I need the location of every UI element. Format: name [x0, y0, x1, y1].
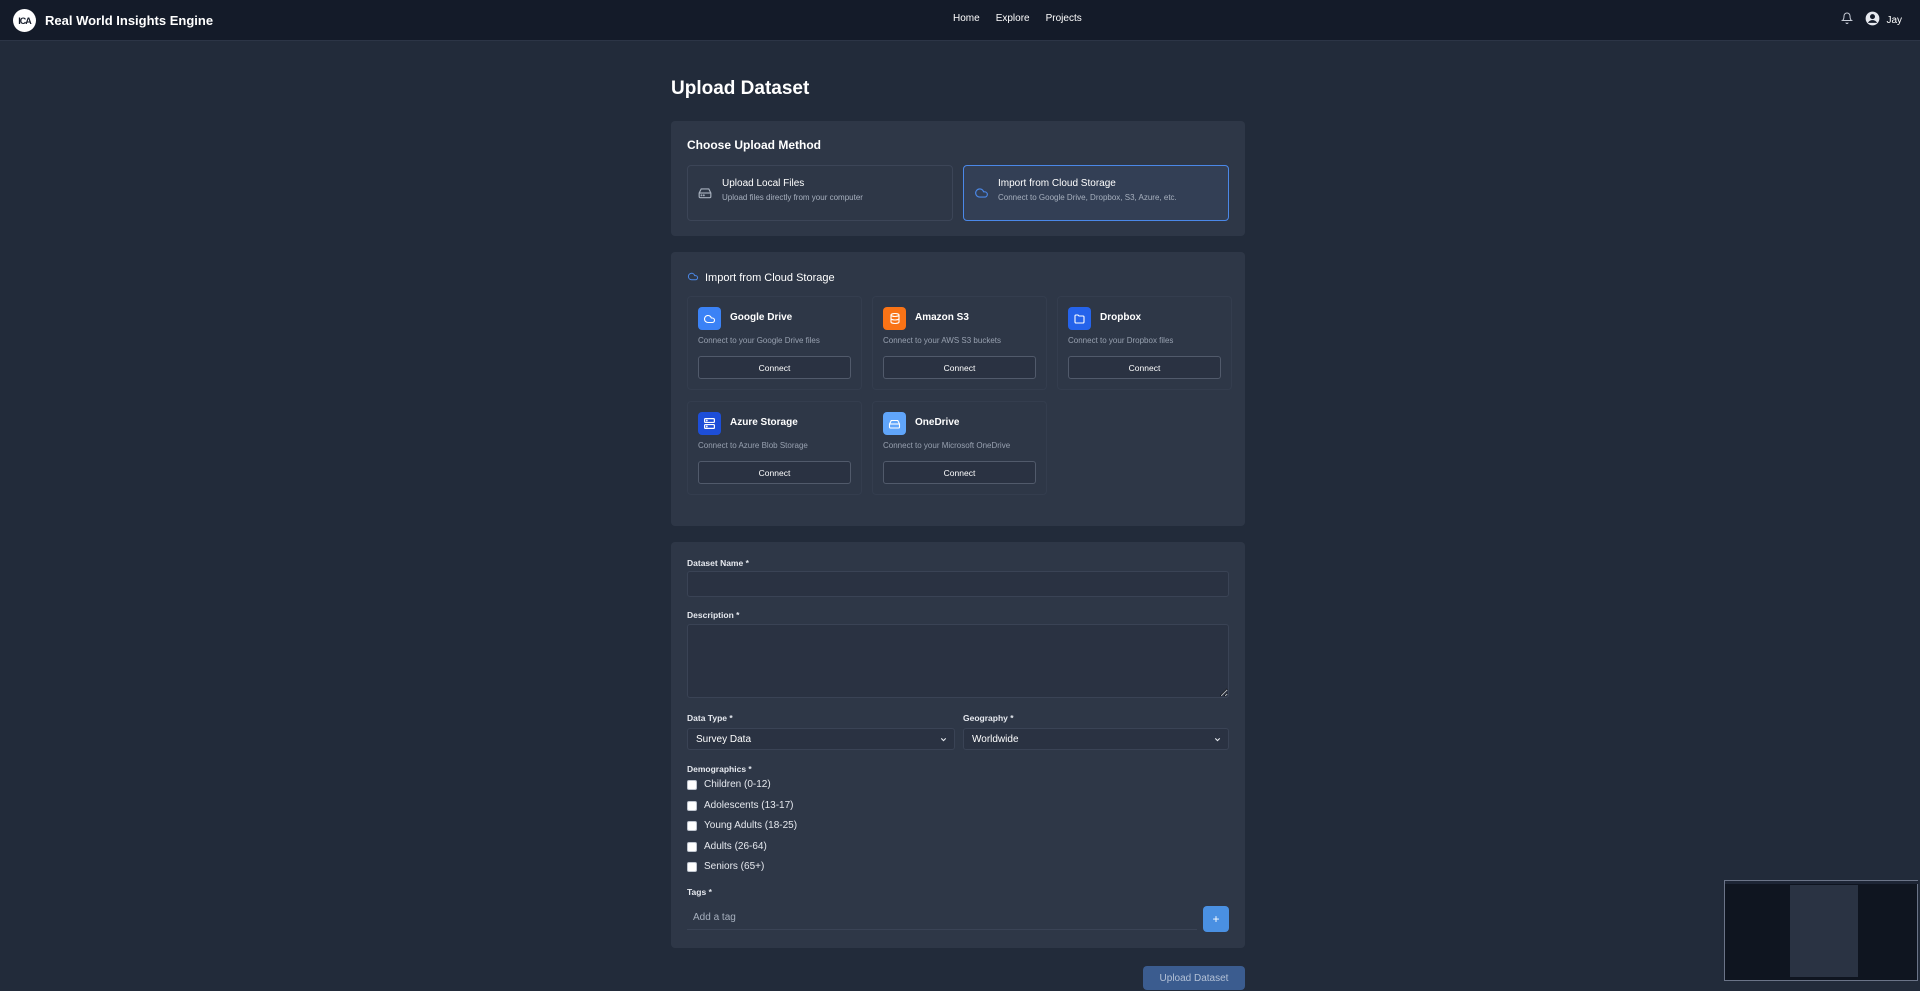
- drive-icon: [883, 412, 906, 435]
- cloud-storage-title: Import from Cloud Storage: [705, 272, 835, 284]
- upload-method-title: Choose Upload Method: [687, 138, 821, 152]
- demographic-option-young-adults[interactable]: Young Adults (18-25): [687, 820, 797, 831]
- method-local-files[interactable]: Upload Local Files Upload files directly…: [687, 165, 953, 221]
- demographic-option-seniors[interactable]: Seniors (65+): [687, 861, 764, 872]
- checkbox-label: Children (0-12): [704, 779, 771, 790]
- provider-dropbox: Dropbox Connect to your Dropbox files Co…: [1057, 296, 1232, 390]
- checkbox[interactable]: [687, 779, 697, 790]
- cloud-storage-header: Import from Cloud Storage: [687, 269, 835, 287]
- chevron-down-icon: [1213, 735, 1222, 747]
- data-type-select[interactable]: Survey Data: [687, 728, 955, 750]
- minimap-viewport: [1790, 885, 1858, 977]
- user-avatar-icon: [1865, 11, 1880, 29]
- minimap-header: [1725, 881, 1919, 884]
- geography-value: Worldwide: [972, 733, 1019, 745]
- dataset-name-input[interactable]: [687, 571, 1229, 597]
- nav-home[interactable]: Home: [953, 13, 980, 24]
- demographic-option-adolescents[interactable]: Adolescents (13-17): [687, 800, 794, 811]
- provider-name: Google Drive: [730, 312, 793, 323]
- data-type-label: Data Type *: [687, 713, 733, 723]
- add-tag-button[interactable]: +: [1203, 906, 1229, 932]
- demographic-option-children[interactable]: Children (0-12): [687, 779, 771, 790]
- tags-label: Tags *: [687, 887, 712, 897]
- upload-method-card: Choose Upload Method Upload Local Files …: [671, 121, 1245, 236]
- provider-amazon-s3: Amazon S3 Connect to your AWS S3 buckets…: [872, 296, 1047, 390]
- bell-icon[interactable]: [1841, 11, 1854, 29]
- page-title: Upload Dataset: [671, 78, 810, 99]
- checkbox[interactable]: [687, 800, 697, 811]
- server-icon: [698, 412, 721, 435]
- tag-input[interactable]: Add a tag: [687, 906, 1197, 930]
- brand[interactable]: ICA Real World Insights Engine: [13, 9, 213, 32]
- provider-description: Connect to your AWS S3 buckets: [883, 336, 1001, 345]
- cloud-icon: [687, 269, 699, 287]
- provider-name: Amazon S3: [915, 312, 969, 323]
- demographics-label: Demographics *: [687, 764, 752, 774]
- data-type-value: Survey Data: [696, 733, 752, 745]
- upload-dataset-button[interactable]: Upload Dataset: [1143, 966, 1245, 990]
- nav-explore[interactable]: Explore: [996, 13, 1030, 24]
- method-title: Upload Local Files: [722, 178, 805, 189]
- checkbox[interactable]: [687, 861, 697, 872]
- geography-select[interactable]: Worldwide: [963, 728, 1229, 750]
- cloud-icon: [698, 307, 721, 330]
- connect-onedrive-button[interactable]: Connect: [883, 461, 1036, 484]
- hard-drive-icon: [698, 186, 712, 205]
- user-name: Jay: [1886, 14, 1902, 26]
- method-cloud-storage[interactable]: Import from Cloud Storage Connect to Goo…: [963, 165, 1229, 221]
- database-icon: [883, 307, 906, 330]
- dataset-name-label: Dataset Name *: [687, 558, 749, 568]
- connect-dropbox-button[interactable]: Connect: [1068, 356, 1221, 379]
- chevron-down-icon: [939, 735, 948, 747]
- provider-azure-storage: Azure Storage Connect to Azure Blob Stor…: [687, 401, 862, 495]
- provider-name: Dropbox: [1100, 312, 1142, 323]
- header-actions: Jay: [1841, 11, 1902, 29]
- provider-onedrive: OneDrive Connect to your Microsoft OneDr…: [872, 401, 1047, 495]
- top-navbar: ICA Real World Insights Engine Home Expl…: [0, 0, 1920, 41]
- checkbox-label: Seniors (65+): [704, 861, 765, 872]
- checkbox[interactable]: [687, 820, 697, 831]
- connect-azure-storage-button[interactable]: Connect: [698, 461, 851, 484]
- nav-projects[interactable]: Projects: [1046, 13, 1082, 24]
- brand-title: Real World Insights Engine: [45, 13, 214, 28]
- cloud-icon: [974, 186, 989, 205]
- checkbox[interactable]: [687, 841, 697, 852]
- logo-icon: ICA: [13, 9, 36, 32]
- main-nav: Home Explore Projects: [953, 13, 1082, 24]
- demographic-option-adults[interactable]: Adults (26-64): [687, 841, 767, 852]
- connect-google-drive-button[interactable]: Connect: [698, 356, 851, 379]
- page-minimap[interactable]: [1724, 880, 1919, 981]
- provider-name: OneDrive: [915, 417, 960, 428]
- provider-name: Azure Storage: [730, 417, 798, 428]
- connect-amazon-s3-button[interactable]: Connect: [883, 356, 1036, 379]
- dataset-form-card: Dataset Name * Description * Data Type *…: [671, 542, 1245, 948]
- geography-label: Geography *: [963, 713, 1014, 723]
- provider-google-drive: Google Drive Connect to your Google Driv…: [687, 296, 862, 390]
- provider-description: Connect to your Dropbox files: [1068, 336, 1174, 345]
- user-menu[interactable]: Jay: [1865, 11, 1902, 29]
- checkbox-label: Adults (26-64): [704, 841, 767, 852]
- provider-description: Connect to your Google Drive files: [698, 336, 820, 345]
- method-title: Import from Cloud Storage: [998, 178, 1116, 189]
- plus-icon: +: [1212, 912, 1220, 926]
- method-subtitle: Upload files directly from your computer: [722, 193, 863, 202]
- checkbox-label: Young Adults (18-25): [704, 820, 798, 831]
- provider-description: Connect to your Microsoft OneDrive: [883, 441, 1011, 450]
- folder-icon: [1068, 307, 1091, 330]
- checkbox-label: Adolescents (13-17): [704, 800, 794, 811]
- cloud-storage-card: Import from Cloud Storage Google Drive C…: [671, 252, 1245, 526]
- description-label: Description *: [687, 610, 740, 620]
- provider-description: Connect to Azure Blob Storage: [698, 441, 808, 450]
- tag-input-placeholder: Add a tag: [693, 912, 736, 923]
- method-subtitle: Connect to Google Drive, Dropbox, S3, Az…: [998, 193, 1177, 202]
- description-textarea[interactable]: [687, 624, 1229, 698]
